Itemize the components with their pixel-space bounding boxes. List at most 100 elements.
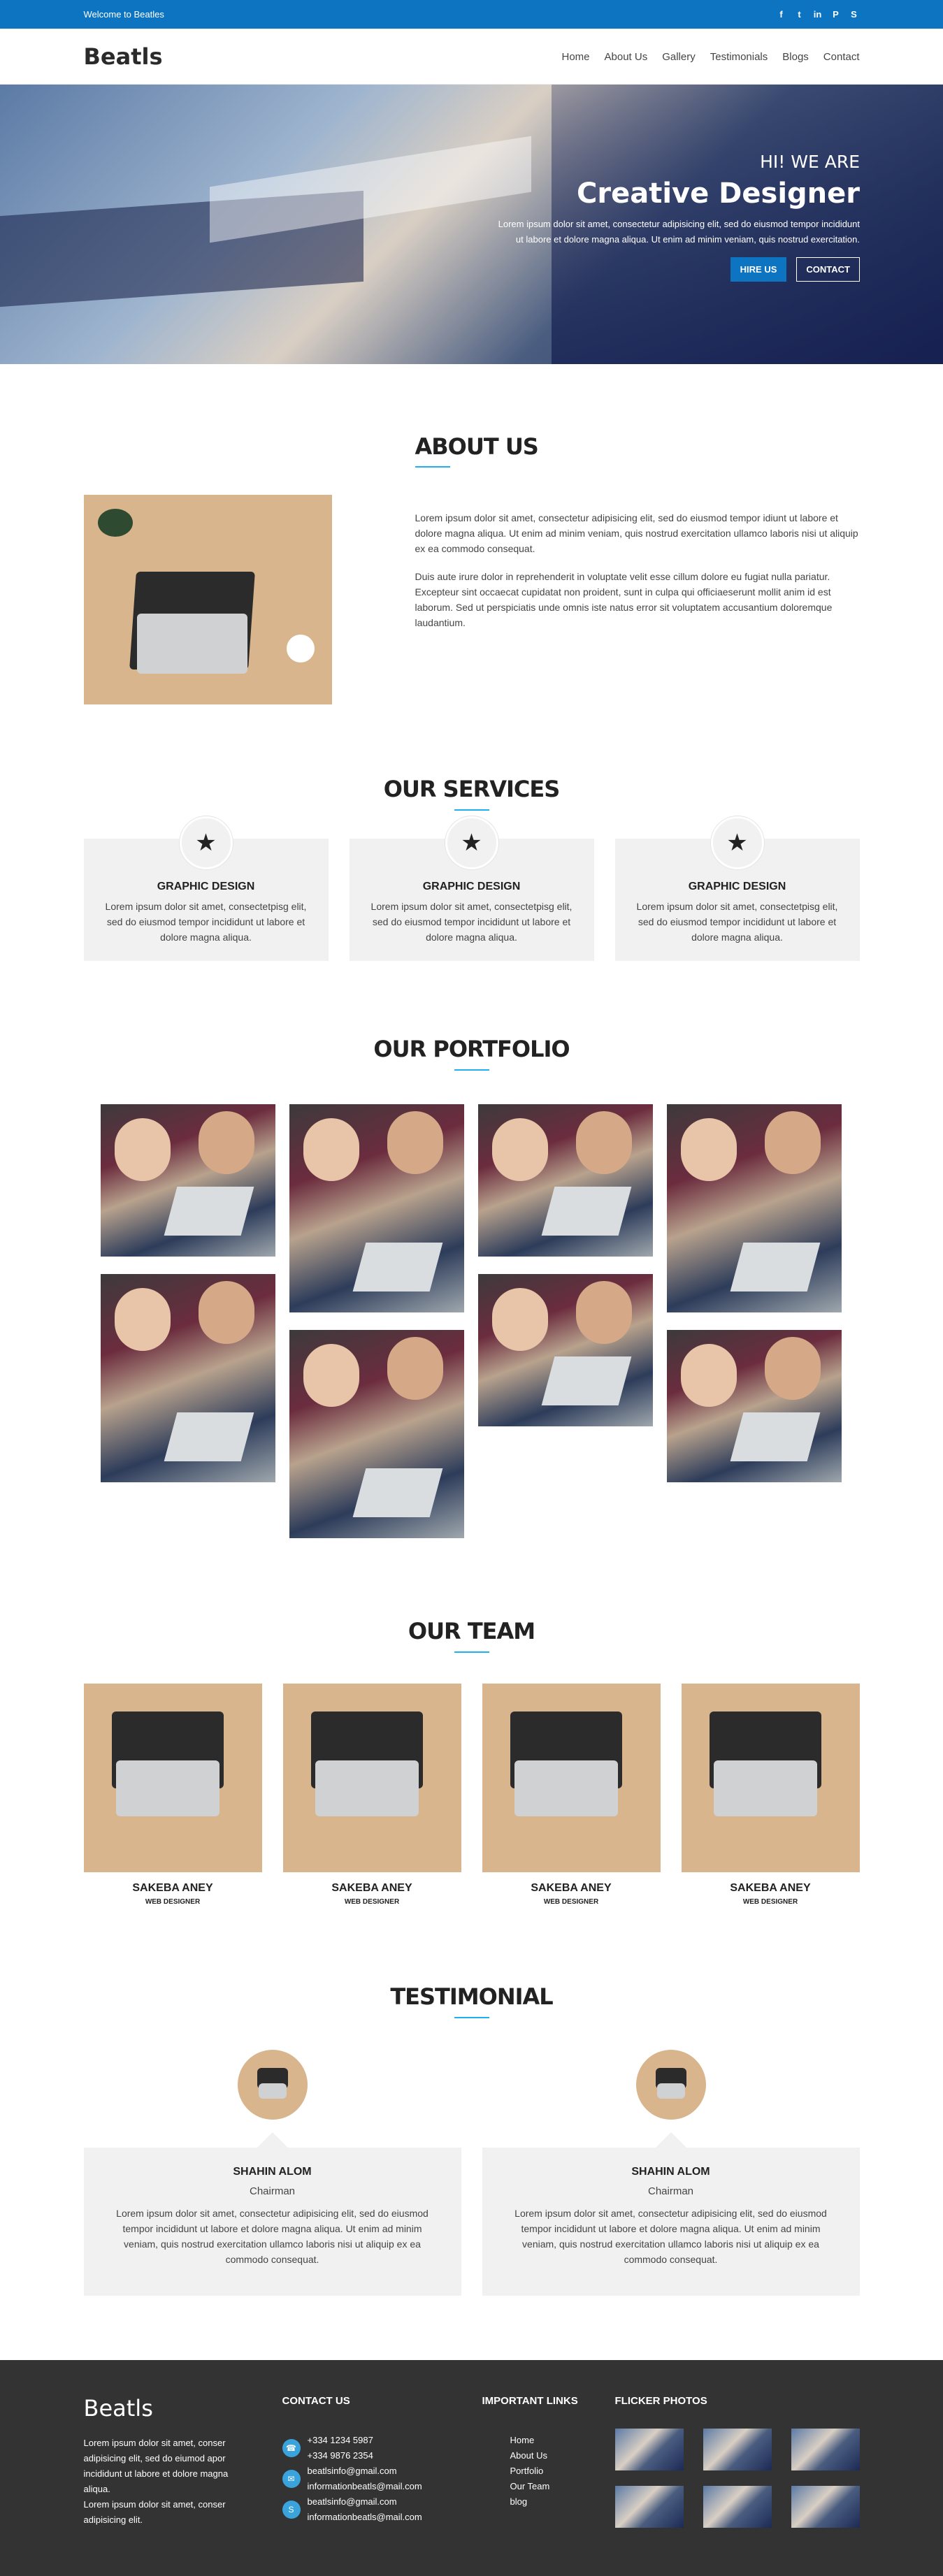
email-link[interactable]: beatlsinfo@gmail.com bbox=[308, 2463, 422, 2479]
hero-buttons: HIRE US CONTACT bbox=[496, 257, 860, 282]
team-card: SAKEBA ANEY WEB DESIGNER bbox=[83, 1684, 262, 1906]
footer: Beatls Lorem ipsum dolor sit amet, conse… bbox=[0, 2360, 943, 2576]
footer-link-about[interactable]: About Us bbox=[510, 2448, 550, 2463]
team-member-name: SAKEBA ANEY bbox=[531, 1882, 612, 1894]
testimonial-role: Chairman bbox=[647, 2185, 694, 2197]
phone-number[interactable]: +334 9876 2354 bbox=[308, 2448, 373, 2463]
about-section: ABOUT US Lorem ipsum dolor sit amet, con… bbox=[0, 433, 943, 713]
flicker-gallery bbox=[614, 2429, 860, 2528]
service-description: Lorem ipsum dolor sit amet, consectetpis… bbox=[370, 901, 573, 943]
testimonial-card: SHAHIN ALOM Chairman Lorem ipsum dolor s… bbox=[482, 2050, 860, 2296]
facebook-icon[interactable]: f bbox=[776, 9, 787, 20]
footer-logo[interactable]: Beatls bbox=[84, 2395, 153, 2422]
email-link[interactable]: informationbeatls@mail.com bbox=[308, 2479, 422, 2494]
star-icon: ★ bbox=[179, 816, 233, 869]
hire-us-button[interactable]: HIRE US bbox=[730, 257, 787, 282]
portfolio-section: OUR PORTFOLIO bbox=[0, 1036, 943, 1621]
star-icon: ★ bbox=[710, 816, 764, 869]
footer-photos-title: FLICKER PHOTOS bbox=[614, 2395, 707, 2407]
flicker-thumbnail[interactable] bbox=[614, 2429, 684, 2470]
services-title: OUR SERVICES bbox=[383, 776, 561, 802]
portfolio-image[interactable] bbox=[100, 1104, 275, 1257]
nav-item-gallery[interactable]: Gallery bbox=[662, 51, 696, 63]
laptop-keyboard-shape bbox=[656, 2083, 685, 2099]
hero-description: Lorem ipsum dolor sit amet, consectetur … bbox=[498, 219, 860, 245]
laptop-keyboard-shape bbox=[115, 1760, 219, 1816]
footer-about-text-2: Lorem ipsum dolor sit amet, conser adipi… bbox=[83, 2499, 226, 2525]
footer-link-portfolio[interactable]: Portfolio bbox=[510, 2463, 550, 2479]
laptop-keyboard-shape bbox=[315, 1760, 419, 1816]
flicker-thumbnail[interactable] bbox=[703, 2429, 772, 2470]
about-paragraph-2: Duis aute irure dolor in reprehenderit i… bbox=[415, 571, 833, 628]
flicker-thumbnail[interactable] bbox=[791, 2486, 860, 2528]
email-link[interactable]: informationbeatls@mail.com bbox=[308, 2510, 422, 2525]
title-underline bbox=[454, 1651, 489, 1653]
hero-banner: HI! WE ARE Creative Designer Lorem ipsum… bbox=[0, 85, 943, 364]
flicker-thumbnail[interactable] bbox=[703, 2486, 772, 2528]
twitter-icon[interactable]: t bbox=[794, 9, 805, 20]
portfolio-image[interactable] bbox=[477, 1104, 653, 1257]
flicker-thumbnail[interactable] bbox=[791, 2429, 860, 2470]
team-member-role: WEB DESIGNER bbox=[543, 1898, 599, 1906]
avatar bbox=[635, 2050, 706, 2120]
nav-item-blogs[interactable]: Blogs bbox=[782, 51, 809, 63]
service-title: GRAPHIC DESIGN bbox=[422, 881, 521, 892]
top-bar: Welcome to Beatles f t in P S bbox=[0, 0, 943, 29]
portfolio-image[interactable] bbox=[666, 1330, 842, 1482]
service-title: GRAPHIC DESIGN bbox=[157, 881, 255, 892]
nav-item-testimonials[interactable]: Testimonials bbox=[710, 51, 768, 63]
site-logo[interactable]: Beatls bbox=[84, 43, 163, 70]
hero-subtitle: HI! WE ARE bbox=[760, 152, 860, 172]
footer-link-home[interactable]: Home bbox=[510, 2433, 550, 2448]
team-member-role: WEB DESIGNER bbox=[742, 1898, 798, 1906]
cup-shape bbox=[286, 635, 315, 663]
service-title: GRAPHIC DESIGN bbox=[688, 881, 786, 892]
service-description: Lorem ipsum dolor sit amet, consectetpis… bbox=[636, 901, 838, 943]
testimonial-title: TESTIMONIAL bbox=[390, 1983, 553, 2010]
service-description: Lorem ipsum dolor sit amet, consectetpis… bbox=[105, 901, 307, 943]
services-section: OUR SERVICES ★ GRAPHIC DESIGN Lorem ipsu… bbox=[0, 776, 943, 961]
hero-paper-shape bbox=[210, 136, 531, 243]
phone-number[interactable]: +334 1234 5987 bbox=[308, 2433, 373, 2448]
title-underline bbox=[415, 466, 450, 468]
title-underline bbox=[454, 2017, 489, 2018]
testimonial-text: Lorem ipsum dolor sit amet, consectetur … bbox=[514, 2208, 827, 2265]
hero-title: Creative Designer bbox=[577, 178, 860, 210]
pinterest-icon[interactable]: P bbox=[830, 9, 842, 20]
team-member-role: WEB DESIGNER bbox=[344, 1898, 400, 1906]
team-member-role: WEB DESIGNER bbox=[145, 1898, 201, 1906]
star-icon: ★ bbox=[445, 816, 498, 869]
team-member-name: SAKEBA ANEY bbox=[132, 1882, 213, 1894]
nav-item-about[interactable]: About Us bbox=[605, 51, 648, 63]
portfolio-image[interactable] bbox=[477, 1274, 653, 1426]
skype-icon: S bbox=[282, 2501, 301, 2519]
skype-icon[interactable]: S bbox=[849, 9, 860, 20]
about-title: ABOUT US bbox=[415, 433, 539, 460]
footer-about: Lorem ipsum dolor sit amet, conser adipi… bbox=[84, 2436, 245, 2528]
team-member-name: SAKEBA ANEY bbox=[331, 1882, 412, 1894]
footer-link-team[interactable]: Our Team bbox=[510, 2479, 550, 2494]
nav-item-contact[interactable]: Contact bbox=[823, 51, 860, 63]
mail-icon: ✉ bbox=[282, 2470, 301, 2488]
portfolio-image[interactable] bbox=[100, 1274, 275, 1482]
team-photo bbox=[282, 1684, 461, 1872]
email-link[interactable]: beatlsinfo@gmail.com bbox=[308, 2494, 422, 2510]
social-links: f t in P S bbox=[776, 9, 860, 20]
flicker-thumbnail[interactable] bbox=[614, 2486, 684, 2528]
hero-content: HI! WE ARE Creative Designer Lorem ipsum… bbox=[496, 152, 860, 282]
footer-link-blog[interactable]: blog bbox=[510, 2494, 550, 2510]
team-section: OUR TEAM SAKEBA ANEY WEB DESIGNER SAKEBA… bbox=[0, 1618, 943, 1906]
portfolio-image[interactable] bbox=[289, 1330, 464, 1538]
contact-button[interactable]: CONTACT bbox=[796, 257, 860, 282]
testimonial-box: SHAHIN ALOM Chairman Lorem ipsum dolor s… bbox=[83, 2132, 461, 2296]
about-image bbox=[83, 495, 332, 704]
footer-contact-list: ☎ +334 1234 5987 +334 9876 2354 ✉ beatlsi… bbox=[282, 2433, 422, 2525]
portfolio-image[interactable] bbox=[666, 1104, 842, 1312]
portfolio-image[interactable] bbox=[289, 1104, 464, 1312]
team-card: SAKEBA ANEY WEB DESIGNER bbox=[482, 1684, 661, 1906]
plant-shape bbox=[97, 509, 133, 537]
testimonial-role: Chairman bbox=[249, 2185, 296, 2197]
linkedin-icon[interactable]: in bbox=[812, 9, 823, 20]
nav-item-home[interactable]: Home bbox=[562, 51, 590, 63]
testimonial-text: Lorem ipsum dolor sit amet, consectetur … bbox=[116, 2208, 429, 2265]
